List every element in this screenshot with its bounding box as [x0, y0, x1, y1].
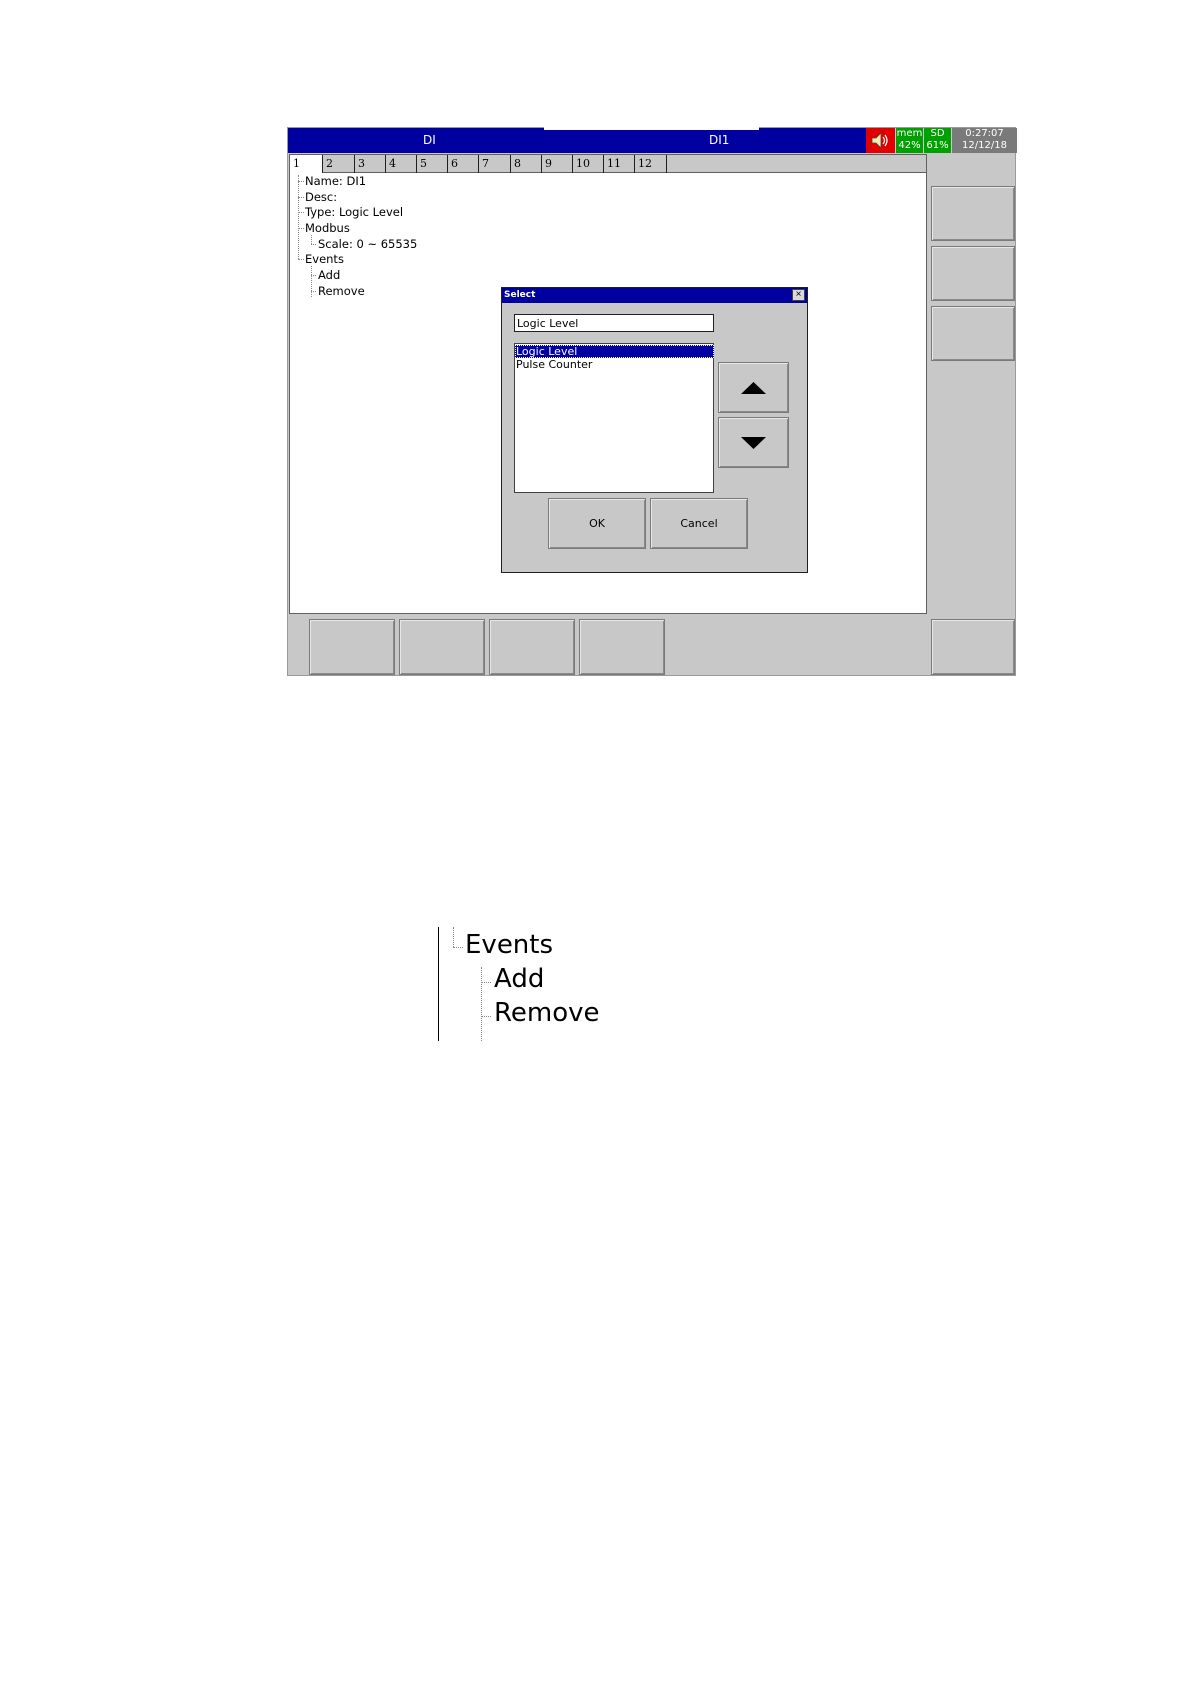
time: 0:27:07	[965, 128, 1004, 139]
softkey-bottom-2[interactable]	[399, 619, 485, 675]
tree-item-name[interactable]: Name: DI1	[305, 174, 366, 188]
tree-item-scale[interactable]: Scale: 0 ~ 65535	[318, 237, 417, 251]
tree-item-type[interactable]: Type: Logic Level	[305, 205, 403, 219]
tree-line	[311, 266, 312, 297]
speaker-icon	[871, 132, 888, 149]
softkey-right-1[interactable]	[931, 186, 1015, 241]
tab-5[interactable]: 5	[417, 155, 448, 173]
tree-line	[453, 927, 454, 947]
softkey-right-2[interactable]	[931, 246, 1015, 301]
detail-border-line	[438, 927, 439, 1041]
title-bar: DI DI1	[288, 127, 866, 153]
tree-line	[481, 982, 491, 983]
tab-6[interactable]: 6	[448, 155, 479, 173]
softkey-right-3[interactable]	[931, 306, 1015, 361]
detail-events-label: Events	[465, 930, 554, 960]
close-button[interactable]: ×	[792, 289, 805, 301]
events-tree-detail: Events Add Remove	[438, 927, 698, 1041]
selection-input[interactable]	[514, 314, 714, 332]
tree-line	[298, 259, 304, 260]
tab-2[interactable]: 2	[323, 155, 355, 173]
tab-4[interactable]: 4	[386, 155, 417, 173]
tree-line	[311, 275, 316, 276]
tree-item-remove[interactable]: Remove	[318, 284, 365, 298]
screen-title: DI	[423, 133, 436, 147]
tab-9[interactable]: 9	[542, 155, 573, 173]
tree-line	[298, 181, 304, 182]
tree-line	[298, 212, 304, 213]
tree-line	[311, 244, 316, 245]
config-panel: 1 2 3 4 5 6 7 8 9 10 11 12 Name: DI1 Des…	[289, 154, 927, 614]
tree-item-desc[interactable]: Desc:	[305, 190, 337, 204]
option-logic-level[interactable]: Logic Level	[515, 345, 714, 358]
date: 12/12/18	[962, 140, 1007, 151]
detail-remove-label: Remove	[494, 998, 600, 1028]
channel-tabs: 1 2 3 4 5 6 7 8 9 10 11 12	[290, 155, 926, 173]
tree-line	[298, 175, 299, 259]
softkey-bottom-1[interactable]	[309, 619, 395, 675]
tab-11[interactable]: 11	[604, 155, 635, 173]
tree-line	[298, 197, 304, 198]
recorder-screen: DI DI1 mem 42% SD 61% 0:27:07 12/12/18 1…	[287, 127, 1017, 676]
scroll-up-button[interactable]	[718, 362, 789, 413]
tree-line	[481, 1016, 491, 1017]
tree-line	[311, 235, 312, 244]
tree-item-events[interactable]: Events	[305, 252, 344, 266]
dialog-title: Select	[504, 290, 536, 300]
select-dialog: Select × Logic Level Pulse Counter OK Ca…	[501, 287, 808, 573]
option-pulse-counter[interactable]: Pulse Counter	[515, 358, 714, 371]
sd-status: SD 61%	[924, 128, 951, 153]
tab-12[interactable]: 12	[635, 155, 667, 173]
tree-line	[481, 967, 482, 1041]
sd-value: 61%	[926, 140, 949, 151]
triangle-down-icon	[741, 437, 766, 449]
cancel-button[interactable]: Cancel	[650, 498, 748, 549]
tree-line	[298, 228, 304, 229]
softkey-bottom-4[interactable]	[579, 619, 665, 675]
sd-label: SD	[930, 128, 945, 139]
dialog-title-bar: Select ×	[502, 288, 807, 303]
tree-line	[311, 291, 316, 292]
mem-value: 42%	[898, 140, 921, 151]
triangle-up-icon	[741, 382, 766, 394]
channel-title: DI1	[709, 133, 730, 147]
title-notch	[544, 127, 759, 130]
softkey-bottom-3[interactable]	[489, 619, 575, 675]
tree-item-add[interactable]: Add	[318, 268, 340, 282]
tree-item-modbus[interactable]: Modbus	[305, 221, 350, 235]
detail-add-label: Add	[494, 964, 545, 994]
tab-7[interactable]: 7	[479, 155, 511, 173]
mem-label: mem	[896, 128, 923, 139]
close-icon: ×	[795, 289, 802, 300]
options-list[interactable]: Logic Level Pulse Counter	[514, 343, 714, 493]
ok-button[interactable]: OK	[548, 498, 646, 549]
mem-status: mem 42%	[896, 128, 923, 153]
tab-1[interactable]: 1	[290, 155, 323, 173]
tree-line	[453, 947, 463, 948]
softkey-right-bottom[interactable]	[931, 619, 1015, 675]
tab-10[interactable]: 10	[573, 155, 604, 173]
tab-3[interactable]: 3	[355, 155, 386, 173]
clock: 0:27:07 12/12/18	[952, 128, 1017, 153]
scroll-down-button[interactable]	[718, 417, 789, 468]
speaker-button[interactable]	[866, 128, 895, 153]
tab-8[interactable]: 8	[511, 155, 542, 173]
